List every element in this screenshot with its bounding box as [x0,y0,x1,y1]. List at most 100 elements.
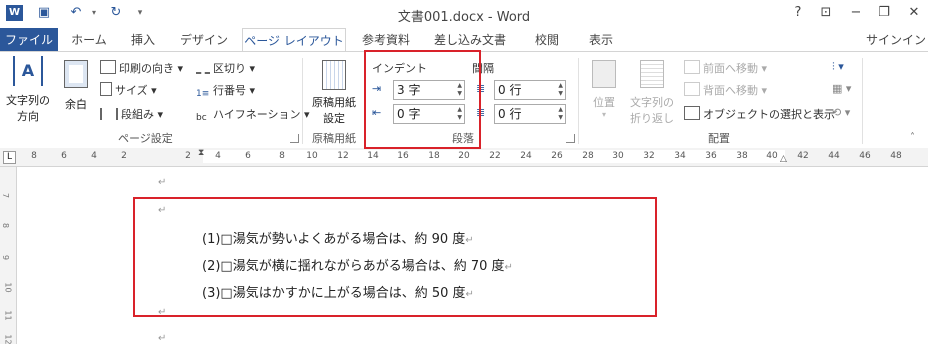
ruler-number: 22 [489,151,501,161]
ruler-number: 18 [428,151,440,161]
wrap-text-label-1: 文字列の [630,96,674,109]
hyphenation-button[interactable]: bc ハイフネーション ▾ [196,106,310,125]
ruler-number: 42 [797,151,809,161]
close-icon[interactable]: ✕ [902,2,926,24]
hyphenation-label: ハイフネーション [213,108,301,121]
ruler-number: 20 [458,151,470,161]
tab-design[interactable]: デザイン [172,28,236,52]
hyphenation-icon: bc [196,113,207,123]
sign-in-link[interactable]: サインイン [864,28,928,52]
spacing-before-input[interactable]: 0 行 ▲ ▼ [494,80,566,100]
ruler-number: 4 [91,151,97,161]
ruler-number: 36 [705,151,717,161]
ruler-number: 16 [397,151,409,161]
paragraph-launcher-icon[interactable] [566,134,575,143]
selection-pane-button[interactable]: オブジェクトの選択と表示 [684,106,835,122]
spacing-before-value: 0 行 [498,83,522,97]
ruler-number: 40 [766,151,778,161]
page-setup-launcher-icon[interactable] [290,134,299,143]
breaks-button[interactable]: 区切り ▾ [196,60,255,76]
ruler-number: 26 [551,151,563,161]
ruler-number: 12 [337,151,349,161]
ruler-number: 6 [61,151,67,161]
columns-label: 段組み [121,108,154,121]
vruler-number: 8 [1,222,11,229]
columns-button[interactable]: 段組み ▾ [100,106,163,122]
group-label-page-setup: ページ設定 [118,132,173,145]
ruler-number: 2 [185,151,191,161]
highlight-box-text [133,197,657,317]
horizontal-ruler[interactable]: L ⧗ △ 8 6 4 2 2 4 6 8 10 12 14 16 18 20 … [0,148,928,167]
dropdown-arrow-icon: ▾ [601,110,606,119]
send-backward-button[interactable]: 背面へ移動 ▾ [684,82,767,98]
spinner-arrows-icon[interactable]: ▲ ▼ [558,106,563,122]
group-separator [862,58,863,144]
text-direction-label-2: 方向 [17,110,39,123]
wrap-text-button[interactable]: 文字列の 折り返し [624,56,680,126]
tab-page-layout[interactable]: ページ レイアウト [242,28,346,52]
ruler-number: 38 [736,151,748,161]
help-button[interactable]: ? [786,2,810,24]
size-icon [100,82,112,96]
text-direction-button[interactable]: A 文字列の 方向 [4,56,52,126]
ruler-number: 14 [367,151,379,161]
highlight-box-indent [364,50,481,149]
ruler-number: 44 [828,151,840,161]
line-numbers-button[interactable]: 1≡ 行番号 ▾ [196,82,255,101]
ribbon-display-options-icon[interactable]: ⊡ [814,2,838,24]
ruler-number: 4 [215,151,221,161]
paragraph-mark: ↵ [158,333,167,344]
vertical-ruler[interactable]: 7 8 9 10 11 12 [0,167,17,345]
line-numbers-icon: 1≡ [196,89,210,99]
position-label: 位置 [593,96,615,109]
ruler-number: 8 [31,151,37,161]
ruler-number: 28 [582,151,594,161]
text-direction-label-1: 文字列の [6,94,50,107]
vruler-number: 9 [1,254,11,261]
restore-icon[interactable]: ❐ [872,2,896,24]
group-objects-icon[interactable]: ▦ ▾ [832,82,851,95]
ribbon-tabs: ファイル ホーム 挿入 デザイン ページ レイアウト 参考資料 差し込み文書 校… [0,28,928,52]
collapse-ribbon-icon[interactable]: ˄ [910,132,915,143]
rotate-icon[interactable]: ⟲ ▾ [832,106,850,119]
selection-pane-label: オブジェクトの選択と表示 [703,108,835,121]
columns-icon [100,108,118,120]
ruler-number: 6 [245,151,251,161]
title-bar: W ▣ ↶ ▾ ↻ ▾ 文書001.docx - Word ? ⊡ − ❐ ✕ [0,0,928,28]
tab-selector-icon[interactable]: L [3,151,16,164]
vruler-number: 10 [3,282,13,293]
tab-file[interactable]: ファイル [0,28,58,52]
margins-label: 余白 [65,98,87,111]
orientation-button[interactable]: 印刷の向き ▾ [100,60,183,76]
tab-view[interactable]: 表示 [578,28,624,52]
breaks-icon [196,60,210,74]
spinner-arrows-icon[interactable]: ▲ ▼ [558,82,563,98]
vruler-number: 7 [1,192,11,199]
tab-mailings[interactable]: 差し込み文書 [426,28,514,52]
vruler-number: 12 [3,334,13,345]
tab-insert[interactable]: 挿入 [120,28,166,52]
ruler-number: 24 [520,151,532,161]
tab-home[interactable]: ホーム [62,28,116,52]
minimize-icon[interactable]: − [844,2,868,24]
group-label-manuscript: 原稿用紙 [312,132,356,145]
position-button[interactable]: 位置 ▾ [586,56,622,126]
size-label: サイズ [115,84,148,97]
size-button[interactable]: サイズ ▾ [100,82,157,98]
tab-references[interactable]: 参考資料 [354,28,418,52]
ruler-number: 8 [279,151,285,161]
spacing-after-input[interactable]: 0 行 ▲ ▼ [494,104,566,124]
bring-forward-button[interactable]: 前面へ移動 ▾ [684,60,767,76]
spacing-after-value: 0 行 [498,107,522,121]
orientation-label: 印刷の向き [119,62,174,75]
ruler-number: 46 [859,151,871,161]
breaks-label: 区切り [213,62,246,75]
align-icon[interactable]: ⫶ ▾ [832,60,844,74]
ruler-number: 10 [306,151,318,161]
margins-button[interactable]: 余白 [56,56,96,126]
manuscript-settings-button[interactable]: 原稿用紙 設定 [306,56,362,126]
position-icon [592,60,616,88]
tab-review[interactable]: 校閲 [522,28,572,52]
indent-marker-icon[interactable]: ⧗ [198,148,204,158]
group-separator [302,58,303,144]
